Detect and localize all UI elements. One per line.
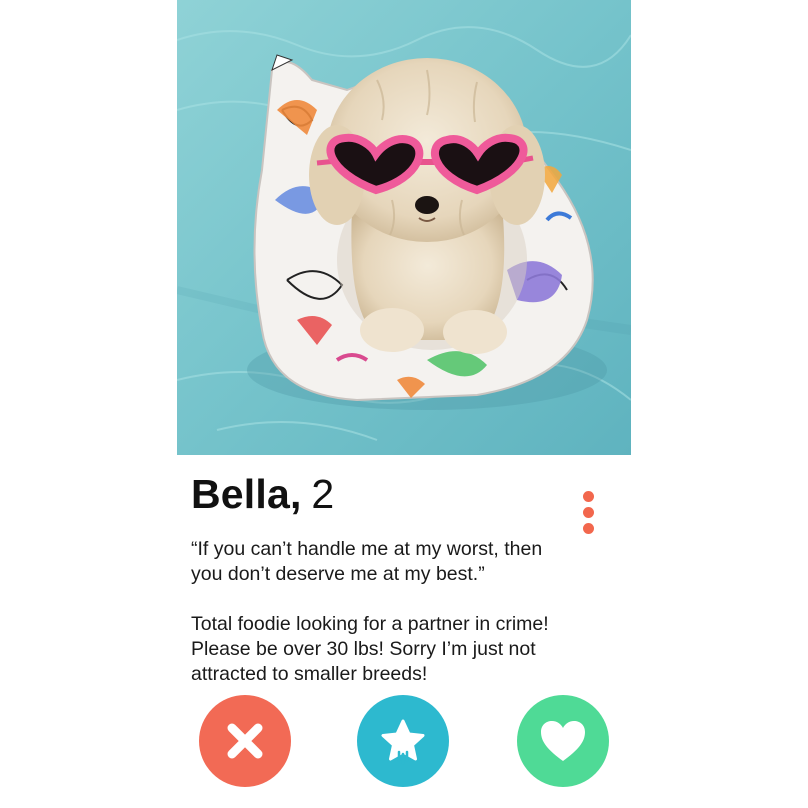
heart-icon [541,721,585,761]
menu-dot [583,491,594,502]
profile-quote: “If you can’t handle me at my worst, the… [191,537,621,587]
profile-name: Bella [191,471,290,517]
nope-button[interactable] [199,695,291,787]
profile-bio: Total foodie looking for a partner in cr… [191,612,621,687]
dog-photo-illustration [177,0,631,455]
star-icon [381,719,425,765]
quote-line: “If you can’t handle me at my worst, the… [191,538,543,560]
bio-line: Total foodie looking for a partner in cr… [191,613,549,635]
profile-card: Bella, 2 “If you can’t handle me at my wo… [0,0,808,808]
more-vertical-icon[interactable] [578,489,600,535]
bio-line: attracted to smaller breeds! [191,663,428,685]
close-icon [227,723,263,759]
quote-line: you don’t deserve me at my best.” [191,563,485,585]
profile-photo[interactable] [177,0,631,455]
menu-dot [583,523,594,534]
like-button[interactable] [517,695,609,787]
super-like-button[interactable] [357,695,449,787]
menu-dot [583,507,594,518]
profile-name-row: Bella, 2 [191,471,334,521]
bio-line: Please be over 30 lbs! Sorry I’m just no… [191,638,536,660]
name-age-separator: , [290,471,302,517]
profile-age: 2 [311,471,335,517]
